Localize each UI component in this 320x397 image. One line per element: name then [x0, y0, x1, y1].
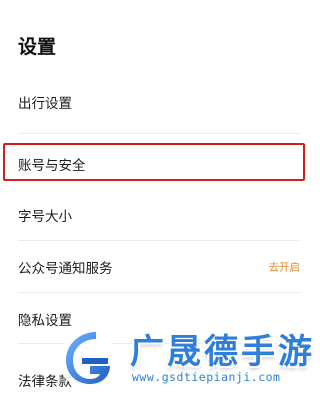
settings-item-notifications[interactable]: 公众号通知服务 去开启 [0, 245, 318, 289]
enable-notifications-link[interactable]: 去开启 [269, 260, 301, 275]
settings-item-label: 法律条款 [18, 374, 72, 390]
page-title: 设置 [18, 36, 57, 58]
settings-item-label: 账号与安全 [18, 158, 86, 174]
settings-item-label: 出行设置 [18, 96, 72, 112]
divider [18, 343, 300, 344]
settings-item-label: 公众号通知服务 [18, 261, 113, 277]
settings-item-privacy[interactable]: 隐私设置 [0, 297, 318, 341]
settings-item-label: 隐私设置 [18, 313, 72, 329]
settings-item-account-security[interactable]: 账号与安全 [0, 142, 318, 186]
settings-item-label: 字号大小 [18, 209, 72, 225]
settings-item-travel[interactable]: 出行设置 [0, 80, 318, 124]
divider [18, 240, 300, 241]
settings-item-font-size[interactable]: 字号大小 [0, 193, 318, 237]
divider [18, 292, 300, 293]
settings-item-legal[interactable]: 法律条款 [0, 358, 318, 397]
divider [18, 133, 300, 134]
